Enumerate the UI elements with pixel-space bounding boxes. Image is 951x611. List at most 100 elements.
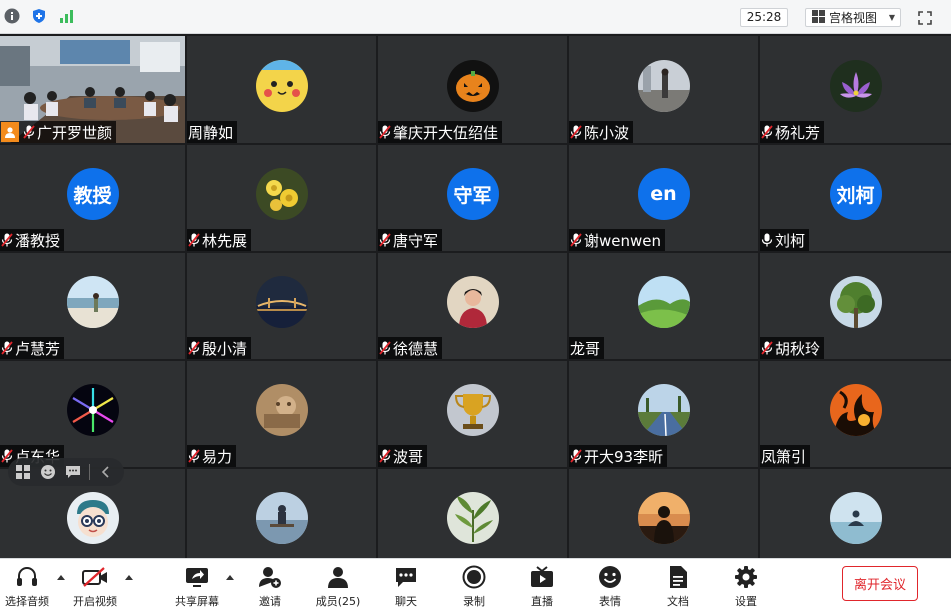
participant-name: 林先展 xyxy=(202,231,248,250)
participant-tile[interactable]: 卢慧芳 xyxy=(0,253,185,359)
shield-icon[interactable] xyxy=(31,8,47,24)
docs-button[interactable]: 文档 xyxy=(658,564,698,610)
participant-tile[interactable]: 杨礼芳 xyxy=(760,36,951,143)
participant-name-tag: 广开罗世颜 xyxy=(0,121,117,143)
settings-button[interactable]: 设置 xyxy=(726,564,766,610)
chat-bubble-icon[interactable] xyxy=(64,463,82,481)
record-label: 录制 xyxy=(463,595,485,608)
audio-button[interactable]: 选择音频 xyxy=(2,564,52,610)
participant-avatar xyxy=(255,492,308,544)
mic-muted-icon xyxy=(570,125,582,139)
participant-tile[interactable]: 刘柯 刘柯 xyxy=(760,145,951,251)
gear-icon xyxy=(733,564,759,590)
participant-avatar: 刘柯 xyxy=(829,168,882,220)
participant-tile[interactable]: 卢东华 xyxy=(0,361,185,467)
participant-tile[interactable]: 陈小波 xyxy=(569,36,758,143)
audio-options-arrow[interactable] xyxy=(56,573,66,581)
live-button[interactable]: 直播 xyxy=(522,564,562,610)
participant-name-tag: 刘柯 xyxy=(760,229,810,251)
share-screen-button[interactable]: 共享屏幕 xyxy=(170,564,224,610)
participant-name-tag: 林先展 xyxy=(187,229,252,251)
members-label: 成员(25) xyxy=(315,595,361,608)
participant-tile[interactable] xyxy=(760,469,951,558)
participant-name-tag: 胡秋玲 xyxy=(760,337,825,359)
mic-icon xyxy=(761,233,773,247)
video-options-arrow[interactable] xyxy=(124,573,134,581)
members-button[interactable]: 成员(25) xyxy=(310,564,366,610)
floating-control-bar xyxy=(8,458,124,486)
participant-avatar xyxy=(637,492,690,544)
participant-tile[interactable]: 广开罗世颜 xyxy=(0,36,185,143)
participant-tile[interactable] xyxy=(569,469,758,558)
mic-muted-icon xyxy=(23,125,35,139)
participant-name: 殷小清 xyxy=(202,339,248,358)
mic-muted-icon xyxy=(379,125,391,139)
share-options-arrow[interactable] xyxy=(225,573,235,581)
participant-name: 谢wenwen xyxy=(584,231,662,250)
video-button[interactable]: 开启视频 xyxy=(70,564,120,610)
audio-label: 选择音频 xyxy=(5,595,49,608)
document-icon xyxy=(665,564,691,590)
headset-icon xyxy=(14,564,40,590)
participant-tile[interactable] xyxy=(378,469,567,558)
participant-name-tag: 龙哥 xyxy=(569,337,605,359)
info-icon[interactable] xyxy=(4,8,20,24)
participant-avatar xyxy=(446,492,499,544)
chevron-left-icon[interactable] xyxy=(97,463,115,481)
participant-tile[interactable]: 徐德慧 xyxy=(378,253,567,359)
invite-button[interactable]: 邀请 xyxy=(250,564,290,610)
participant-avatar xyxy=(637,276,690,328)
participant-tile[interactable]: 波哥 xyxy=(378,361,567,467)
view-mode-select[interactable]: 宫格视图 ▼ xyxy=(805,8,901,27)
signal-icon[interactable] xyxy=(59,8,75,24)
participant-tile[interactable] xyxy=(187,469,376,558)
mic-muted-icon xyxy=(1,449,13,463)
participant-avatar xyxy=(829,492,882,544)
participant-tile[interactable]: 林先展 xyxy=(187,145,376,251)
emoji-label: 表情 xyxy=(599,595,621,608)
record-button[interactable]: 录制 xyxy=(454,564,494,610)
participant-avatar xyxy=(255,59,308,112)
participant-name: 唐守军 xyxy=(393,231,439,250)
chat-button[interactable]: 聊天 xyxy=(386,564,426,610)
grid-view-icon xyxy=(812,9,825,26)
participant-tile[interactable]: en 谢wenwen xyxy=(569,145,758,251)
participant-tile[interactable]: 殷小清 xyxy=(187,253,376,359)
docs-label: 文档 xyxy=(667,595,689,608)
mic-muted-icon xyxy=(1,233,13,247)
participant-name: 卢慧芳 xyxy=(15,339,61,358)
participant-tile[interactable]: 易力 xyxy=(187,361,376,467)
participant-tile[interactable]: 开大93李昕 xyxy=(569,361,758,467)
emoji-icon xyxy=(597,564,623,590)
participant-avatar xyxy=(66,492,119,544)
participant-tile[interactable]: 周静如 xyxy=(187,36,376,143)
chat-label: 聊天 xyxy=(395,595,417,608)
layout-icon[interactable] xyxy=(14,463,32,481)
participant-tile[interactable]: 肇庆开大伍绍佳 xyxy=(378,36,567,143)
participant-name-tag: 唐守军 xyxy=(378,229,443,251)
participant-tile[interactable]: 龙哥 xyxy=(569,253,758,359)
participant-name: 徐德慧 xyxy=(393,339,439,358)
participant-tile[interactable]: 凤箫引 xyxy=(760,361,951,467)
participant-name: 陈小波 xyxy=(584,123,630,142)
participant-name-tag: 杨礼芳 xyxy=(760,121,825,143)
share-screen-icon xyxy=(184,564,210,590)
mic-muted-icon xyxy=(188,341,200,355)
mic-muted-icon xyxy=(188,449,200,463)
smile-icon[interactable] xyxy=(39,463,57,481)
leave-meeting-button[interactable]: 离开会议 xyxy=(842,566,918,601)
participant-name: 潘教授 xyxy=(15,231,61,250)
emoji-button[interactable]: 表情 xyxy=(590,564,630,610)
participant-tile[interactable]: 胡秋玲 xyxy=(760,253,951,359)
participant-name: 广开罗世颜 xyxy=(37,123,113,142)
mic-muted-icon xyxy=(379,233,391,247)
participant-name-tag: 徐德慧 xyxy=(378,337,443,359)
participant-name-tag: 殷小清 xyxy=(187,337,252,359)
participant-tile[interactable]: 教授 潘教授 xyxy=(0,145,185,251)
participant-avatar: en xyxy=(637,168,690,220)
fullscreen-icon[interactable] xyxy=(918,10,932,25)
live-label: 直播 xyxy=(531,595,553,608)
participant-tile[interactable]: 守军 唐守军 xyxy=(378,145,567,251)
participant-avatar: 守军 xyxy=(446,168,499,220)
participant-name: 杨礼芳 xyxy=(775,123,821,142)
